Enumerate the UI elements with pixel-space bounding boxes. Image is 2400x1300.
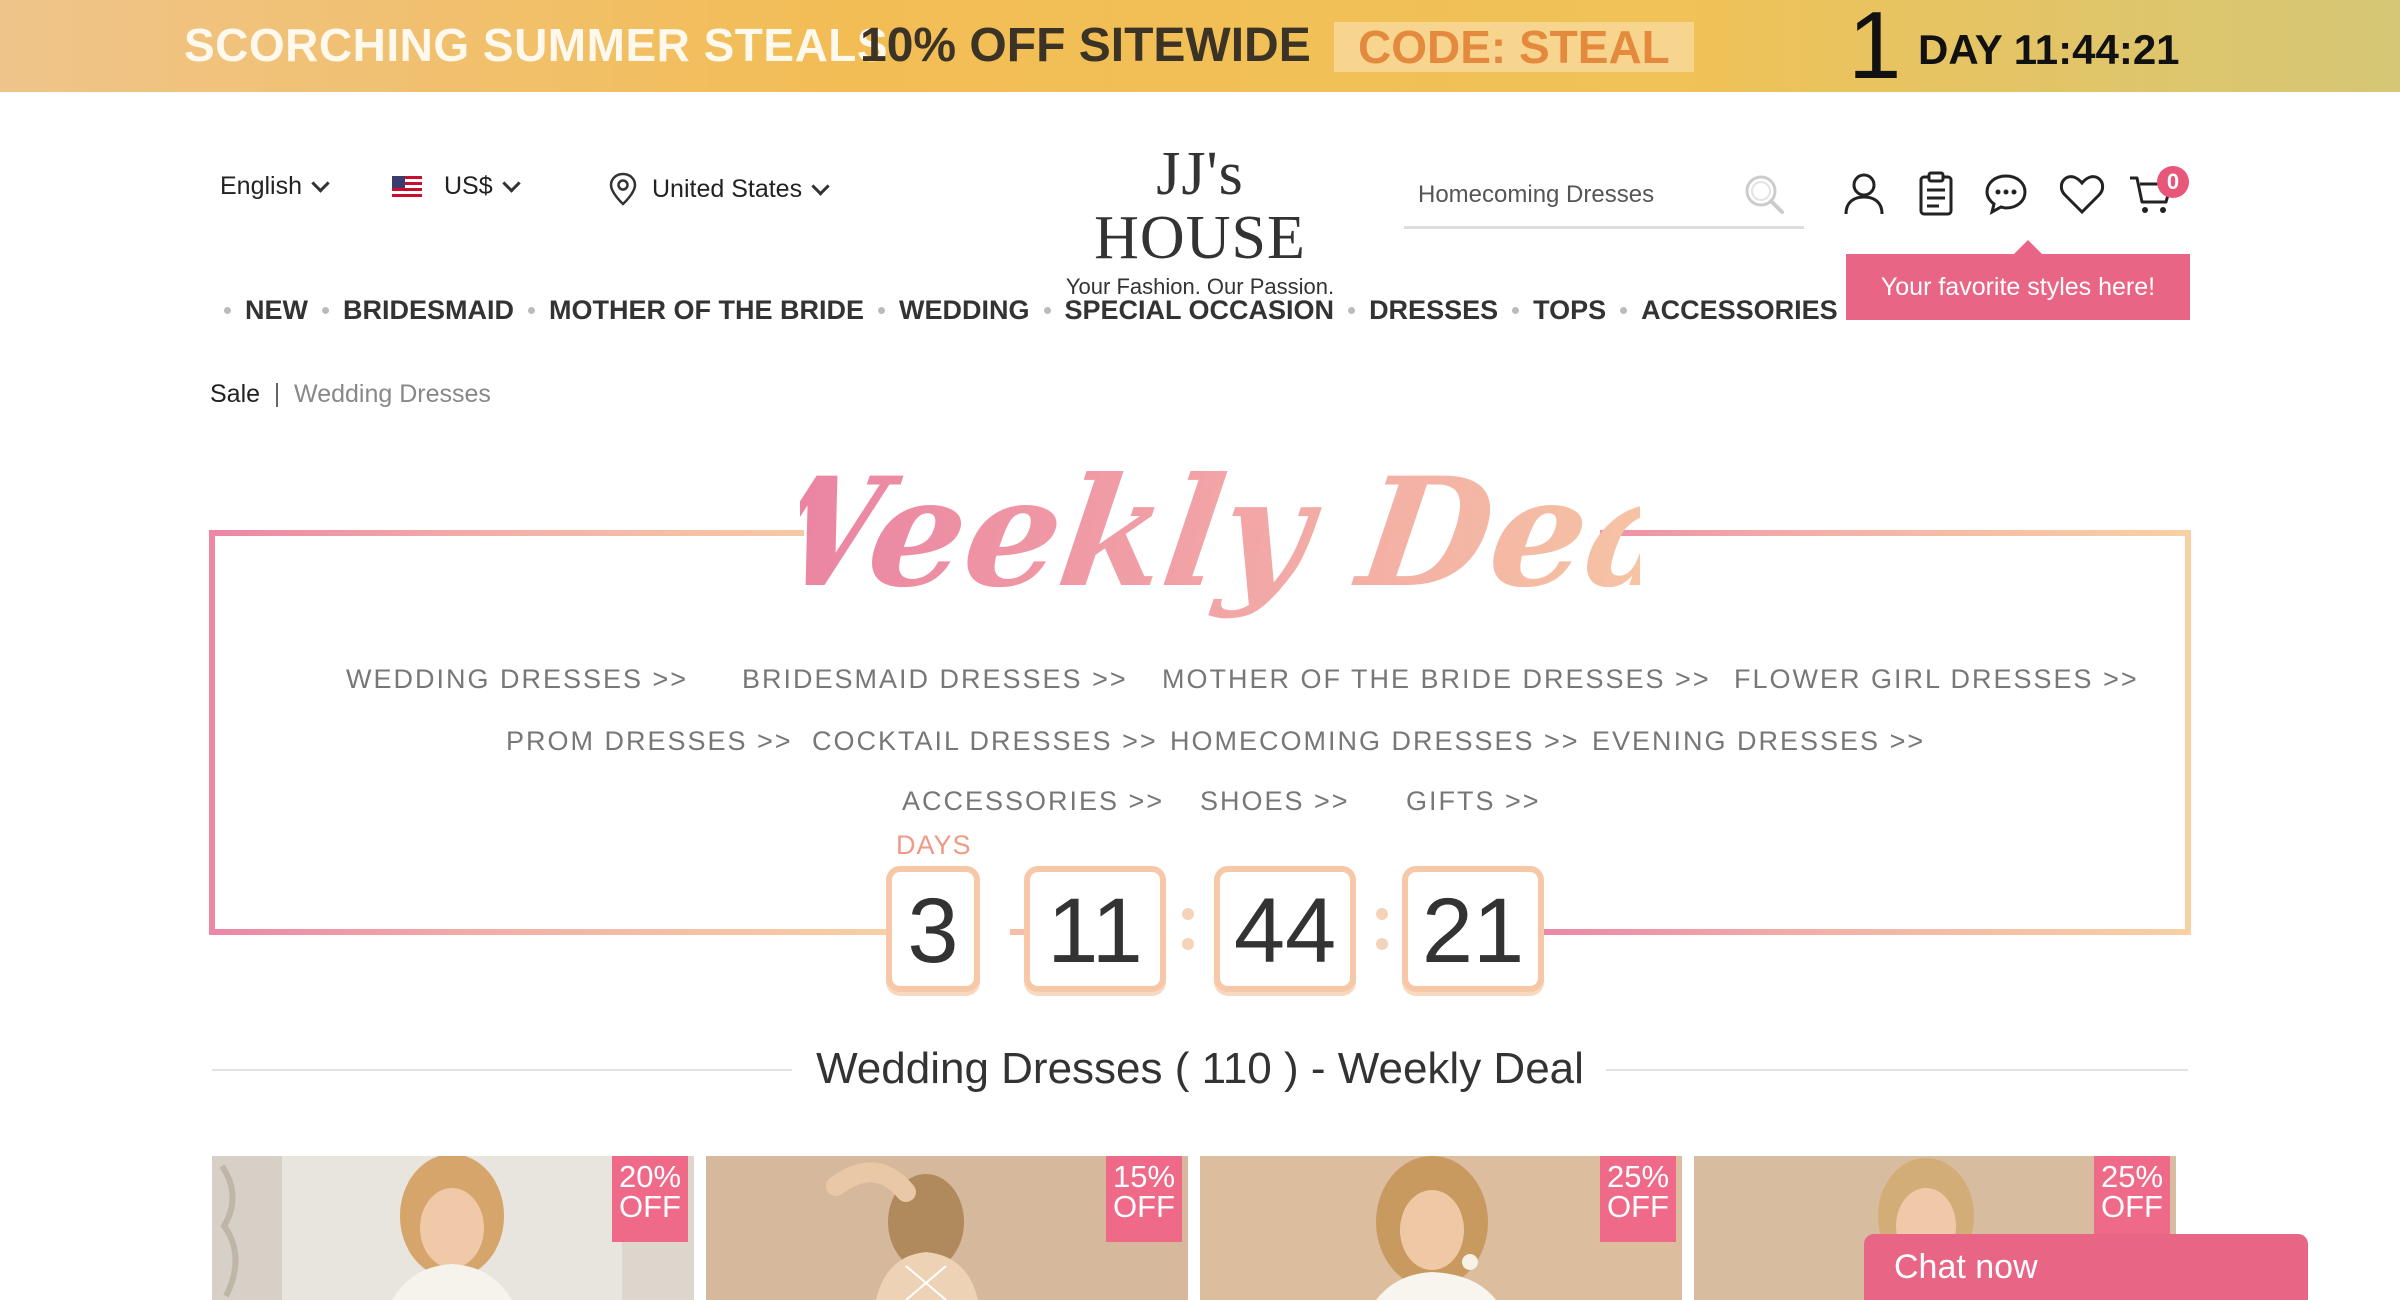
discount-percent: 25% xyxy=(1606,1159,1670,1194)
deal-link-prom-dresses[interactable]: PROM DRESSES >> xyxy=(506,726,793,757)
countdown-colon xyxy=(1376,908,1388,952)
weekly-deal-title: Weekly Deal xyxy=(800,444,1640,621)
discount-badge: 20% OFF xyxy=(612,1156,688,1242)
discount-percent: 25% xyxy=(2100,1159,2164,1194)
deal-link-wedding-dresses[interactable]: WEDDING DRESSES >> xyxy=(346,664,688,695)
deal-link-flower-girl-dresses[interactable]: FLOWER GIRL DRESSES >> xyxy=(1734,664,2139,695)
deal-link-gifts[interactable]: GIFTS >> xyxy=(1406,786,1541,817)
countdown-minutes: 44 xyxy=(1214,866,1356,992)
deal-link-mother-of-the-bride-dresses[interactable]: MOTHER OF THE BRIDE DRESSES >> xyxy=(1162,664,1711,695)
days-label: DAYS xyxy=(896,830,972,860)
weekly-deal-title-text: Weekly Deal xyxy=(800,444,1640,621)
discount-badge: 25% OFF xyxy=(1600,1156,1676,1242)
discount-badge: 15% OFF xyxy=(1106,1156,1182,1242)
countdown-seconds: 21 xyxy=(1402,866,1544,992)
section-title: Wedding Dresses ( 110 ) - Weekly Deal xyxy=(816,1044,1584,1093)
discount-off-label: OFF xyxy=(619,1189,681,1224)
countdown-days: 3 xyxy=(886,866,980,992)
deal-link-bridesmaid-dresses[interactable]: BRIDESMAID DRESSES >> xyxy=(742,664,1128,695)
deal-link-cocktail-dresses[interactable]: COCKTAIL DRESSES >> xyxy=(812,726,1158,757)
deal-link-homecoming-dresses[interactable]: HOMECOMING DRESSES >> xyxy=(1170,726,1580,757)
discount-off-label: OFF xyxy=(1607,1189,1669,1224)
countdown-hours: 11 xyxy=(1024,866,1166,992)
discount-percent: 15% xyxy=(1112,1159,1176,1194)
discount-percent: 20% xyxy=(618,1159,682,1194)
deal-link-accessories[interactable]: ACCESSORIES >> xyxy=(902,786,1164,817)
deal-frame xyxy=(209,530,2191,935)
deal-link-shoes[interactable]: SHOES >> xyxy=(1200,786,1350,817)
discount-badge: 25% OFF xyxy=(2094,1156,2170,1242)
chat-now-button[interactable]: Chat now xyxy=(1864,1234,2308,1300)
discount-off-label: OFF xyxy=(1113,1189,1175,1224)
product-card[interactable]: 15% OFF xyxy=(706,1156,1188,1300)
countdown-colon xyxy=(1182,908,1194,952)
product-card[interactable]: 25% OFF xyxy=(1200,1156,1682,1300)
discount-off-label: OFF xyxy=(2101,1189,2163,1224)
deal-link-evening-dresses[interactable]: EVENING DRESSES >> xyxy=(1592,726,1925,757)
product-card[interactable]: 20% OFF xyxy=(212,1156,694,1300)
